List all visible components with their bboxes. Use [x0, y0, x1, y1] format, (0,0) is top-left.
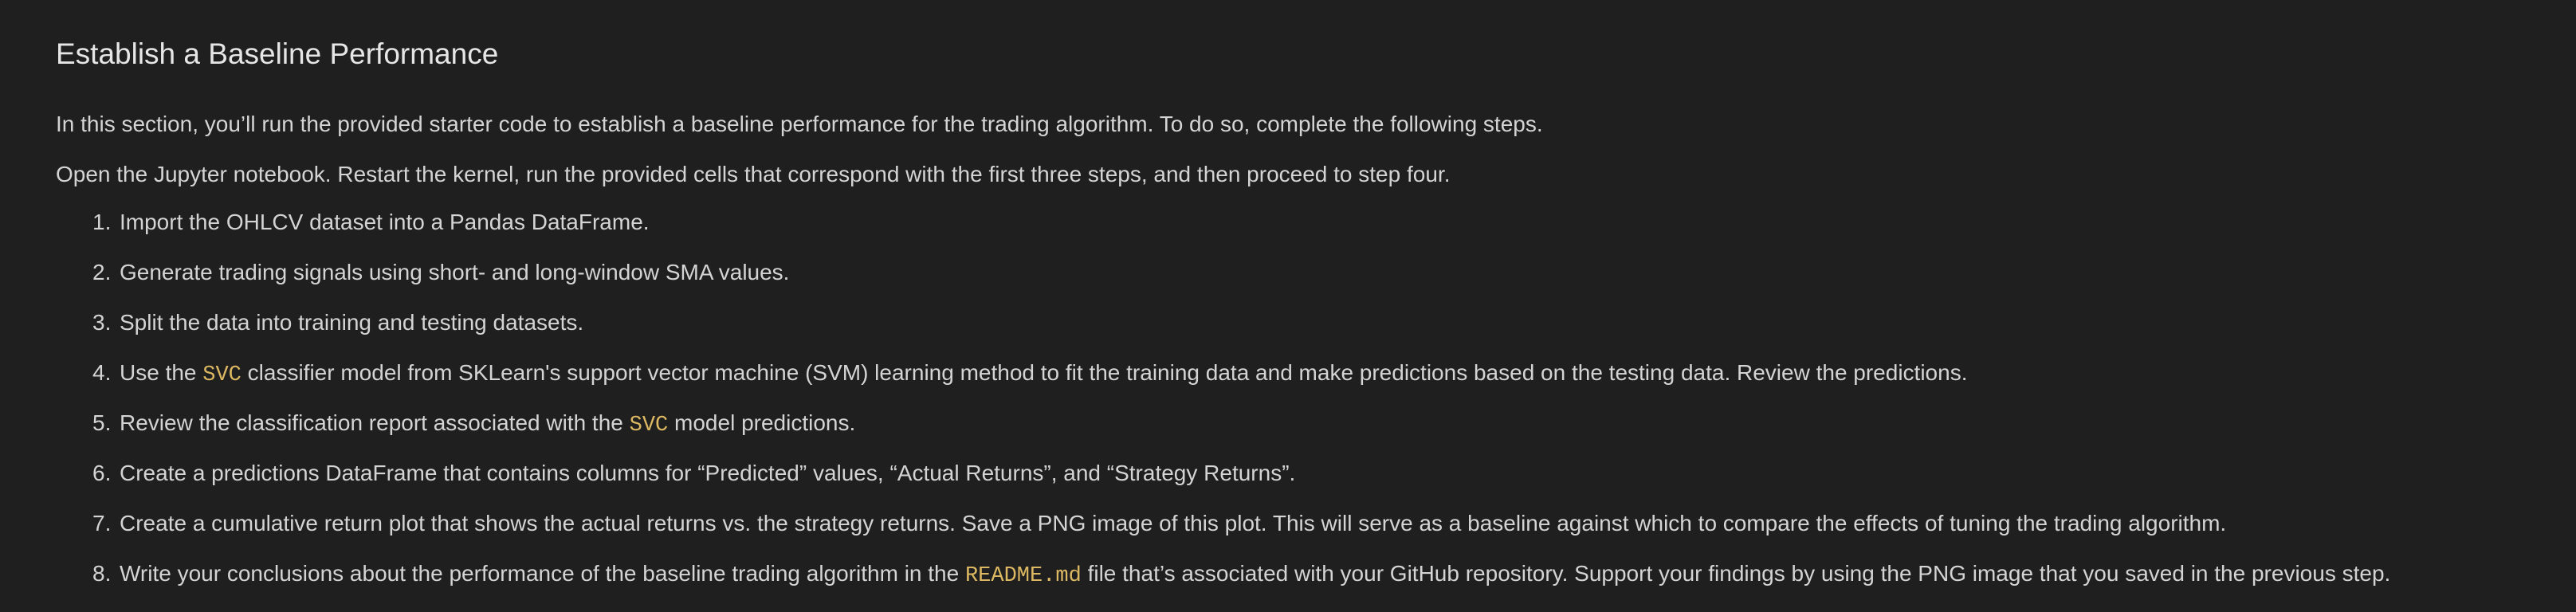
section-heading: Establish a Baseline Performance — [56, 37, 499, 70]
step-text: Import the OHLCV dataset into a Pandas D… — [120, 210, 650, 234]
step-number: 4. — [92, 360, 112, 385]
step-number: 8. — [92, 561, 112, 586]
step-item: 7. Create a cumulative return plot that s… — [92, 508, 2543, 539]
intro-paragraph: In this section, you’ll run the provided… — [56, 112, 1543, 136]
step-text-before: Review the classification report associa… — [120, 410, 630, 435]
steps-list: 1. Import the OHLCV dataset into a Pandas… — [56, 206, 2543, 590]
step-item: 3. Split the data into training and testi… — [92, 307, 2543, 339]
step-text-after: model predictions. — [668, 410, 856, 435]
instructions-paragraph: Open the Jupyter notebook. Restart the k… — [56, 162, 1451, 186]
step-item: 5. Review the classification report assoc… — [92, 407, 2543, 439]
inline-code-svc: SVC — [629, 414, 669, 437]
step-number: 7. — [92, 511, 112, 536]
step-text: Create a predictions DataFrame that cont… — [120, 461, 1296, 485]
step-item: 8. Write your conclusions about the perfo… — [92, 558, 2543, 590]
step-text: Generate trading signals using short- an… — [120, 260, 790, 284]
inline-code-svc: SVC — [202, 363, 242, 387]
step-number: 5. — [92, 410, 112, 435]
step-item: 2. Generate trading signals using short- … — [92, 257, 2543, 288]
step-item: 4. Use the SVC classifier model from SKLe… — [92, 357, 2543, 389]
step-item: 6. Create a predictions DataFrame that co… — [92, 457, 2543, 489]
step-text-after: file that’s associated with your GitHub … — [1081, 561, 2391, 586]
step-text: Split the data into training and testing… — [120, 310, 584, 335]
step-text-before: Write your conclusions about the perform… — [120, 561, 965, 586]
step-text: Create a cumulative return plot that sho… — [120, 511, 2227, 536]
step-text-after: classifier model from SKLearn's support … — [241, 360, 1968, 385]
step-number: 3. — [92, 310, 112, 335]
step-text-before: Use the — [120, 360, 203, 385]
step-number: 6. — [92, 461, 112, 485]
inline-code-readme: README.md — [964, 564, 1082, 588]
document-content: Establish a Baseline Performance In this… — [56, 32, 2543, 608]
step-number: 1. — [92, 210, 112, 234]
step-item: 1. Import the OHLCV dataset into a Pandas… — [92, 206, 2543, 238]
step-number: 2. — [92, 260, 112, 284]
